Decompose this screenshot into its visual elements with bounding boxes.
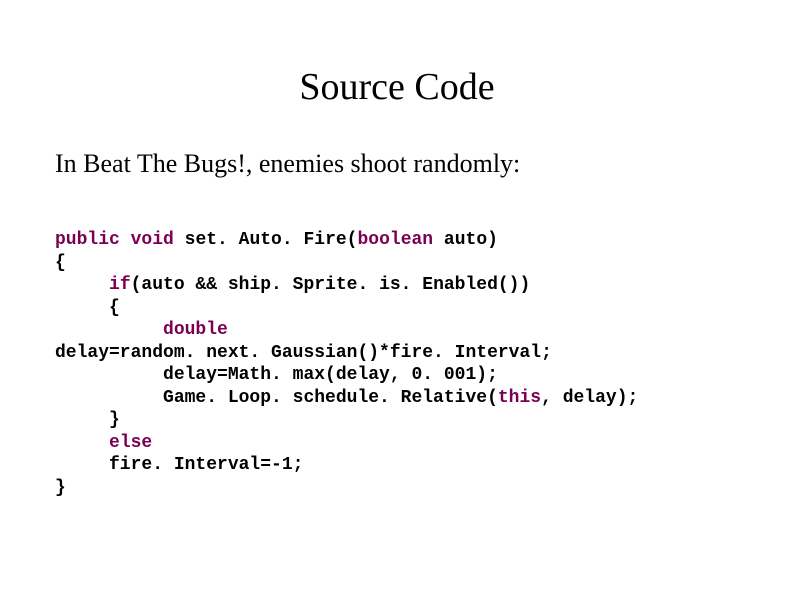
keyword-boolean: boolean: [357, 230, 433, 250]
code-if-cond: (auto && ship. Sprite. is. Enabled()): [131, 275, 531, 295]
code-method-sig-end: auto): [433, 230, 498, 250]
code-method-sig: set. Auto. Fire(: [174, 230, 358, 250]
slide-intro: In Beat The Bugs!, enemies shoot randoml…: [55, 149, 739, 179]
keyword-void: void: [131, 230, 174, 250]
keyword-else: else: [109, 433, 152, 453]
code-inner-brace-open: {: [55, 298, 120, 318]
keyword-public: public: [55, 230, 120, 250]
keyword-double: double: [163, 320, 228, 340]
slide: Source Code In Beat The Bugs!, enemies s…: [0, 0, 794, 595]
code-math-line: delay=Math. max(delay, 0. 001);: [55, 365, 498, 385]
code-indent2: [55, 320, 163, 340]
code-indent: [55, 433, 109, 453]
code-schedule-post: , delay);: [541, 388, 638, 408]
code-brace-close: }: [55, 478, 66, 498]
code-inner-brace-close: }: [55, 410, 120, 430]
code-brace-open: {: [55, 253, 66, 273]
code-schedule-pre: Game. Loop. schedule. Relative(: [55, 388, 498, 408]
code-block: public void set. Auto. Fire(boolean auto…: [55, 229, 739, 499]
code-indent: [55, 275, 109, 295]
keyword-if: if: [109, 275, 131, 295]
code-delay-line: delay=random. next. Gaussian()*fire. Int…: [55, 343, 552, 363]
slide-title: Source Code: [55, 65, 739, 109]
code-else-body: fire. Interval=-1;: [55, 455, 303, 475]
keyword-this: this: [498, 388, 541, 408]
